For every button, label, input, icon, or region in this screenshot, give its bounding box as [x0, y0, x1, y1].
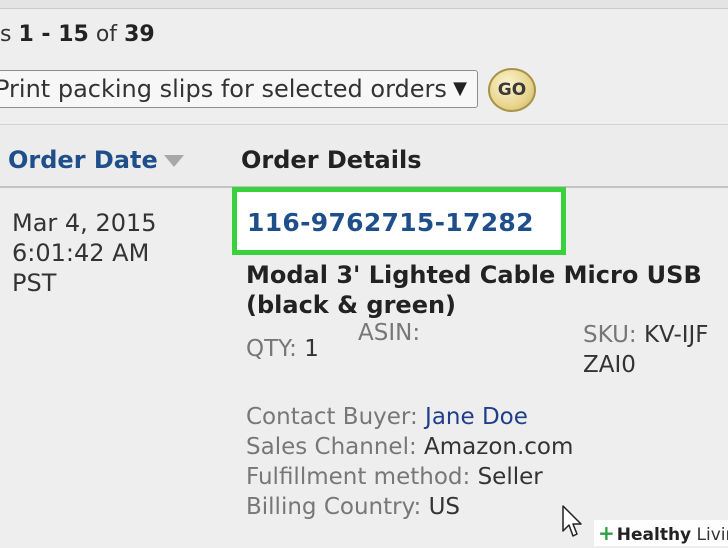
contact-buyer-label: Contact Buyer: [246, 404, 418, 430]
billing-country-row: Billing Country: US [246, 494, 460, 520]
mouse-cursor-icon [562, 505, 582, 537]
qty-value: 1 [304, 336, 319, 362]
asin-label: ASIN: [358, 320, 421, 346]
order-date-cell: Mar 4, 2015 6:01:42 AM PST [12, 208, 157, 298]
fulfillment-row: Fulfillment method: Seller [246, 464, 543, 490]
product-title: Modal 3' Lighted Cable Micro USB (black … [246, 260, 702, 320]
billing-country-value: US [428, 494, 461, 520]
watermark: +Healthy Living [594, 520, 728, 546]
contact-buyer-link[interactable]: Jane Doe [425, 404, 528, 430]
order-date-label: Order Date [8, 146, 158, 174]
watermark-light: Living [696, 525, 728, 545]
order-id-link[interactable]: 116-9762715-17282 [247, 208, 534, 237]
qty-field: QTY: 1 [246, 336, 319, 362]
plus-icon: + [598, 521, 615, 545]
pager-prefix: s [0, 22, 12, 47]
fulfillment-value: Seller [477, 464, 543, 490]
contact-buyer-row: Contact Buyer: Jane Doe [246, 404, 528, 430]
sku-value-line2: ZAI0 [583, 352, 636, 378]
column-header-order-details: Order Details [241, 146, 422, 174]
pager-total: 39 [124, 22, 155, 47]
qty-label: QTY: [246, 336, 297, 362]
sort-arrow-icon [163, 155, 184, 167]
bulk-action-select[interactable]: Print packing slips for selected orders … [0, 70, 478, 108]
order-date: Mar 4, 2015 [12, 209, 157, 237]
top-border [0, 0, 728, 9]
sales-channel-label: Sales Channel: [246, 434, 417, 460]
sku-field: SKU: KV-IJF ZAI0 [583, 320, 709, 380]
billing-country-label: Billing Country: [246, 494, 422, 520]
bulk-action-selected: Print packing slips for selected orders [0, 75, 447, 103]
product-title-line1: Modal 3' Lighted Cable Micro USB [246, 261, 702, 289]
order-time: 6:01:42 AM [12, 239, 150, 267]
pager-range: 1 - 15 [18, 22, 89, 47]
order-timezone: PST [12, 269, 57, 297]
watermark-bold: Healthy [616, 525, 692, 545]
dropdown-arrow-icon: ▼ [453, 78, 467, 99]
column-header-order-date[interactable]: Order Date [8, 146, 184, 174]
sku-value-line1: KV-IJF [643, 322, 709, 348]
pager-of: of [95, 22, 118, 47]
pagination-summary: s 1 - 15 of 39 [0, 22, 155, 47]
sales-channel-row: Sales Channel: Amazon.com [246, 434, 573, 460]
fulfillment-label: Fulfillment method: [246, 464, 471, 490]
sku-label: SKU: [583, 322, 637, 348]
sales-channel-value: Amazon.com [424, 434, 574, 460]
product-title-line2: (black & green) [246, 291, 457, 319]
go-button[interactable]: GO [488, 68, 536, 112]
